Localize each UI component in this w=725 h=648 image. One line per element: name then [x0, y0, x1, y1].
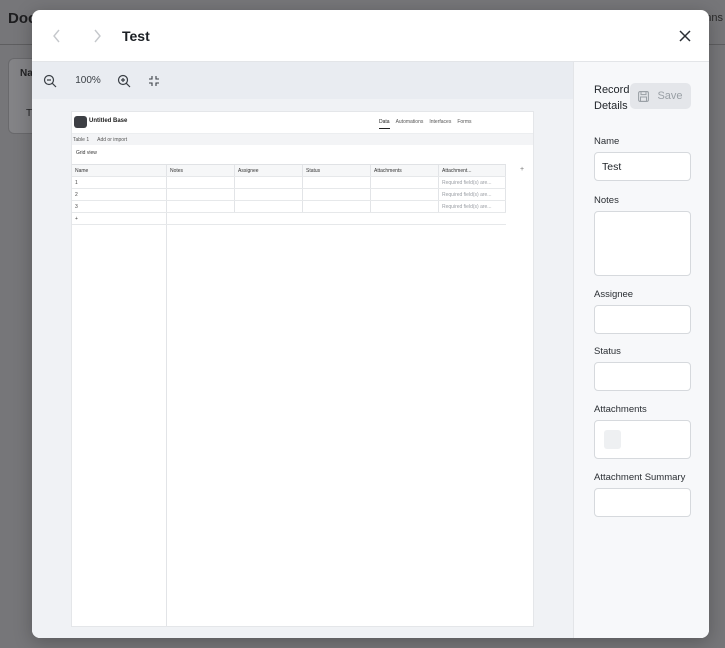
doc-cell-summary: Required field(s) are... — [439, 177, 506, 188]
doc-cell — [167, 201, 235, 212]
doc-cell — [371, 177, 439, 188]
modal-title: Test — [122, 27, 150, 44]
doc-view-name: Grid view — [76, 150, 97, 156]
base-logo-icon — [74, 116, 87, 128]
doc-cell — [167, 177, 235, 188]
doc-viewbar: Grid view — [72, 148, 97, 158]
record-modal: Test 100% Untitled Base Data Automations… — [32, 10, 709, 638]
document-viewer: 100% Untitled Base Data Automations Inte… — [32, 62, 573, 638]
doc-base-name: Untitled Base — [89, 118, 128, 124]
doc-col-attachment-summary: Attachment... — [439, 165, 506, 176]
doc-add-column: + — [520, 166, 525, 173]
doc-add-import: Add or import — [97, 136, 128, 143]
background-table-header: Na — [20, 68, 33, 79]
zoom-in-button[interactable] — [113, 70, 135, 92]
doc-table-name: Table 1 — [73, 136, 90, 143]
doc-cell — [303, 177, 371, 188]
name-field[interactable]: Test — [594, 152, 691, 181]
doc-add-row: + — [72, 213, 506, 225]
doc-col-assignee: Assignee — [235, 165, 303, 176]
doc-cell — [371, 201, 439, 212]
chevron-left-icon — [53, 29, 60, 42]
modal-header: Test — [32, 10, 709, 62]
doc-col-name: Name — [72, 165, 167, 176]
previous-record-button[interactable] — [40, 19, 74, 53]
assignee-label: Assignee — [594, 289, 634, 300]
name-value: Test — [602, 160, 622, 173]
doc-cell — [303, 189, 371, 200]
doc-row-number: 1 — [72, 177, 167, 188]
zoom-in-icon — [117, 74, 131, 87]
doc-grid-row: 2 Required field(s) are... — [72, 189, 506, 201]
doc-cell-summary: Required field(s) are... — [439, 189, 506, 200]
doc-grid-row: 3 Required field(s) are... — [72, 201, 506, 213]
doc-col-notes: Notes — [167, 165, 235, 176]
doc-topbar: Untitled Base Data Automations Interface… — [72, 112, 533, 134]
doc-tablebar: Table 1 Add or import — [72, 134, 533, 145]
close-button[interactable] — [673, 24, 697, 48]
zoom-level: 100% — [75, 75, 101, 86]
fit-to-page-button[interactable] — [143, 70, 165, 92]
doc-grid: Name Notes Assignee Status Attachments A… — [72, 164, 506, 225]
name-label: Name — [594, 136, 620, 147]
doc-tab-automations: Automations — [395, 119, 424, 125]
doc-cell — [235, 201, 303, 212]
doc-cell — [167, 189, 235, 200]
attachment-summary-label: Attachment Summary — [594, 472, 686, 483]
zoom-out-icon — [43, 74, 57, 87]
viewer-toolbar: 100% — [32, 62, 573, 99]
chevron-right-icon — [94, 29, 101, 42]
doc-cell — [235, 177, 303, 188]
save-button[interactable]: Save — [630, 83, 691, 109]
doc-cell-summary: Required field(s) are... — [439, 201, 506, 212]
status-field[interactable] — [594, 362, 691, 391]
notes-label: Notes — [594, 195, 619, 206]
status-label: Status — [594, 346, 621, 357]
doc-add-row-plus: + — [72, 213, 167, 224]
doc-col-attachments: Attachments — [371, 165, 439, 176]
doc-tab-interfaces: Interfaces — [429, 119, 452, 125]
doc-cell — [235, 189, 303, 200]
doc-tab-data: Data — [379, 119, 390, 129]
doc-grid-row: 1 Required field(s) are... — [72, 177, 506, 189]
save-label: Save — [657, 90, 683, 102]
doc-row-number: 3 — [72, 201, 167, 212]
save-icon — [638, 90, 650, 102]
assignee-field[interactable] — [594, 305, 691, 334]
attachments-field[interactable] — [594, 420, 691, 459]
doc-sidebar-divider — [166, 164, 167, 626]
attachment-thumbnail[interactable] — [604, 430, 621, 449]
panel-title: Record Details — [594, 84, 630, 112]
notes-field[interactable] — [594, 211, 691, 276]
fit-to-page-icon — [149, 75, 159, 86]
next-record-button[interactable] — [80, 19, 114, 53]
attachment-summary-field[interactable] — [594, 488, 691, 517]
doc-grid-header: Name Notes Assignee Status Attachments A… — [72, 165, 506, 177]
doc-col-status: Status — [303, 165, 371, 176]
zoom-out-button[interactable] — [39, 70, 61, 92]
document-page: Untitled Base Data Automations Interface… — [72, 112, 533, 626]
doc-row-number: 2 — [72, 189, 167, 200]
attachments-label: Attachments — [594, 404, 647, 415]
doc-tabs: Data Automations Interfaces Forms — [379, 119, 472, 129]
record-details-panel: Record Details Save Name Test Notes Assi… — [573, 62, 709, 638]
doc-tab-forms: Forms — [457, 119, 472, 125]
doc-cell — [303, 201, 371, 212]
close-icon — [679, 30, 691, 42]
doc-cell — [371, 189, 439, 200]
